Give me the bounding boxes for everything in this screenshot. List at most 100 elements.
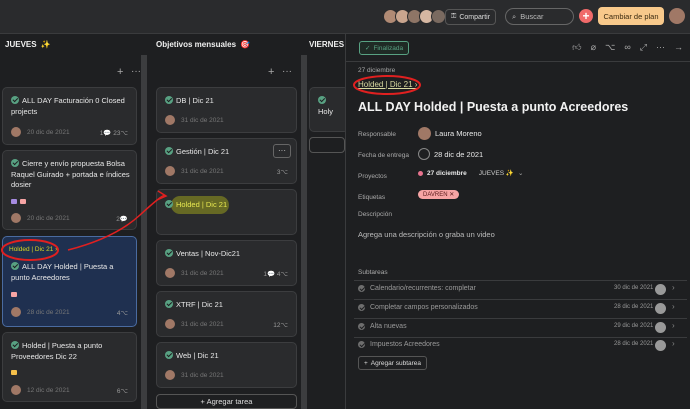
due-date-field[interactable]: 28 dic de 2021: [418, 148, 483, 160]
avatar: [165, 370, 175, 380]
card-meta: 4⌥: [116, 310, 128, 317]
task-card[interactable]: Holy: [309, 87, 349, 132]
column-scrollbar[interactable]: [301, 55, 307, 409]
more-icon[interactable]: ···: [656, 42, 665, 53]
card-title: Holded | Dic 21: [165, 200, 290, 211]
check-icon[interactable]: [358, 285, 365, 292]
parent-task-link[interactable]: Holded | Dic 21 ›: [9, 246, 57, 253]
check-icon[interactable]: [318, 96, 326, 104]
upgrade-button[interactable]: Cambiar de plan: [598, 7, 664, 25]
card-title: Gestión | Dic 21: [165, 147, 290, 158]
panel-actions: 👍︎ ⌀ ⌥ ∞ ⤢ ··· →: [572, 42, 683, 53]
subtask-name: Impuestos Acreedores: [370, 341, 440, 348]
card-meta: 12⌥: [273, 322, 288, 329]
check-icon[interactable]: [165, 200, 173, 208]
check-icon[interactable]: [358, 323, 365, 330]
task-card[interactable]: ALL DAY Facturación 0 Closed projects 20…: [2, 87, 137, 145]
avatar: [11, 127, 21, 137]
expand-icon[interactable]: ⤢: [640, 42, 647, 53]
check-icon[interactable]: [11, 96, 19, 104]
chevron-right-icon[interactable]: ›: [672, 321, 675, 330]
like-icon[interactable]: 👍︎: [572, 42, 581, 53]
project-members[interactable]: [383, 9, 446, 24]
sparkle-icon: ✨: [40, 39, 51, 49]
card-title: Holded | Puesta a punto Proveedores Dic …: [11, 341, 130, 362]
check-icon[interactable]: [11, 341, 19, 349]
subtask-row[interactable]: Completar campos personalizados 28 dic d…: [358, 300, 686, 318]
task-card[interactable]: DB | Dic 21 31 dic de 2021: [156, 87, 297, 133]
chevron-right-icon[interactable]: ›: [672, 339, 675, 348]
subtask-row[interactable]: Calendario/recurrentes: completar 30 dic…: [358, 281, 686, 299]
card-title-text: Holded | Puesta a punto Proveedores Dic …: [11, 341, 103, 361]
subtask-row[interactable]: Alta nuevas 29 dic de 2021 ›: [358, 319, 686, 337]
task-card[interactable]: Gestión | Dic 21 ··· 31 dic de 2021 3⌥: [156, 138, 297, 184]
check-icon[interactable]: [358, 304, 365, 311]
subtask-name: Alta nuevas: [370, 323, 407, 330]
task-card[interactable]: Web | Dic 21 31 dic de 2021: [156, 342, 297, 388]
chevron-right-icon[interactable]: ›: [672, 283, 675, 292]
tag-pill[interactable]: DAVREN ✕: [418, 190, 460, 199]
check-icon[interactable]: [165, 300, 173, 308]
attachment-icon[interactable]: ⌀: [591, 42, 596, 53]
subtask-name: Calendario/recurrentes: completar: [370, 285, 476, 292]
task-card[interactable]: Holded | Puesta a punto Proveedores Dic …: [2, 332, 137, 402]
column-scrollbar[interactable]: [141, 55, 147, 409]
column-title: Objetivos mensuales: [156, 39, 237, 49]
add-subtask-button[interactable]: + Agregar subtarea: [358, 356, 428, 370]
subtask-row[interactable]: Impuestos Acreedores 28 dic de 2021 ›: [358, 337, 686, 355]
project-color-icon: [418, 170, 423, 176]
card-title-text: ALL DAY Holded | Puesta a punto Acreedor…: [11, 262, 114, 282]
column-header-viernes: VIERNES: [309, 34, 344, 54]
description-field[interactable]: Agrega una descripción o graba un video: [358, 230, 495, 239]
due-date: 12 dic de 2021: [27, 387, 70, 394]
search-input[interactable]: ⌕ Buscar: [505, 8, 574, 25]
completed-status-button[interactable]: ✓ Finalizada: [359, 41, 410, 55]
task-card[interactable]: Cierre y envío propuesta Bolsa Raquel Gu…: [2, 150, 137, 230]
add-task-button[interactable]: + Agregar tarea: [156, 394, 297, 409]
subtask-icon[interactable]: ⌥: [605, 42, 615, 53]
more-icon[interactable]: ···: [131, 66, 141, 77]
task-card[interactable]: XTRF | Dic 21 31 dic de 2021 12⌥: [156, 291, 297, 337]
share-button[interactable]: ⚿ Compartir: [445, 9, 497, 25]
chevron-right-icon[interactable]: ›: [672, 302, 675, 311]
task-card-selected[interactable]: Holded | Dic 21 › ALL DAY Holded | Puest…: [2, 236, 137, 327]
due-date-value: 28 dic de 2021: [434, 149, 484, 159]
check-icon[interactable]: [165, 147, 173, 155]
task-card[interactable]: Ventas | Nov-Dic21 31 dic de 2021 1💬 4⌥: [156, 240, 297, 286]
task-title[interactable]: ALL DAY Holded | Puesta a punto Acreedor…: [358, 100, 628, 114]
avatar: [655, 284, 666, 295]
check-icon[interactable]: [165, 249, 173, 257]
check-icon[interactable]: [11, 262, 19, 270]
add-task-button[interactable]: [309, 137, 345, 153]
column-header-objetivos: Objetivos mensuales 🎯: [156, 34, 250, 54]
tag-icon: [20, 199, 26, 204]
more-icon[interactable]: ···: [273, 144, 291, 158]
subtask-date: 28 dic de 2021: [614, 341, 654, 347]
check-icon[interactable]: [165, 96, 173, 104]
close-icon[interactable]: →: [674, 42, 683, 53]
assignee-field[interactable]: Laura Moreno: [418, 127, 482, 140]
target-icon: 🎯: [240, 39, 250, 49]
add-icon[interactable]: +: [268, 66, 274, 78]
avatar[interactable]: [431, 9, 446, 24]
add-icon[interactable]: +: [117, 66, 123, 78]
card-title-text: Holded | Dic 21: [176, 200, 228, 209]
task-card[interactable]: Holded | Dic 21: [156, 189, 297, 235]
chevron-down-icon[interactable]: ⌄: [518, 169, 523, 177]
project-section[interactable]: JUEVES ✨: [479, 169, 514, 177]
link-icon[interactable]: ∞: [624, 42, 630, 53]
parent-task-link[interactable]: Holded | Dic 21 ›: [358, 80, 417, 89]
card-title-text: DB | Dic 21: [176, 96, 214, 105]
more-icon[interactable]: ···: [282, 66, 292, 77]
card-title: XTRF | Dic 21: [165, 300, 290, 311]
check-icon[interactable]: [11, 159, 19, 167]
card-title: Web | Dic 21: [165, 351, 290, 362]
user-avatar[interactable]: [669, 8, 685, 24]
project-field[interactable]: 27 diciembre JUEVES ✨ ⌄: [418, 169, 523, 177]
check-icon[interactable]: [358, 341, 365, 348]
project-name: 27 diciembre: [427, 169, 467, 177]
avatar: [418, 127, 431, 140]
quick-add-button[interactable]: +: [579, 9, 593, 23]
tags-field[interactable]: DAVREN ✕: [418, 190, 460, 199]
check-icon[interactable]: [165, 351, 173, 359]
